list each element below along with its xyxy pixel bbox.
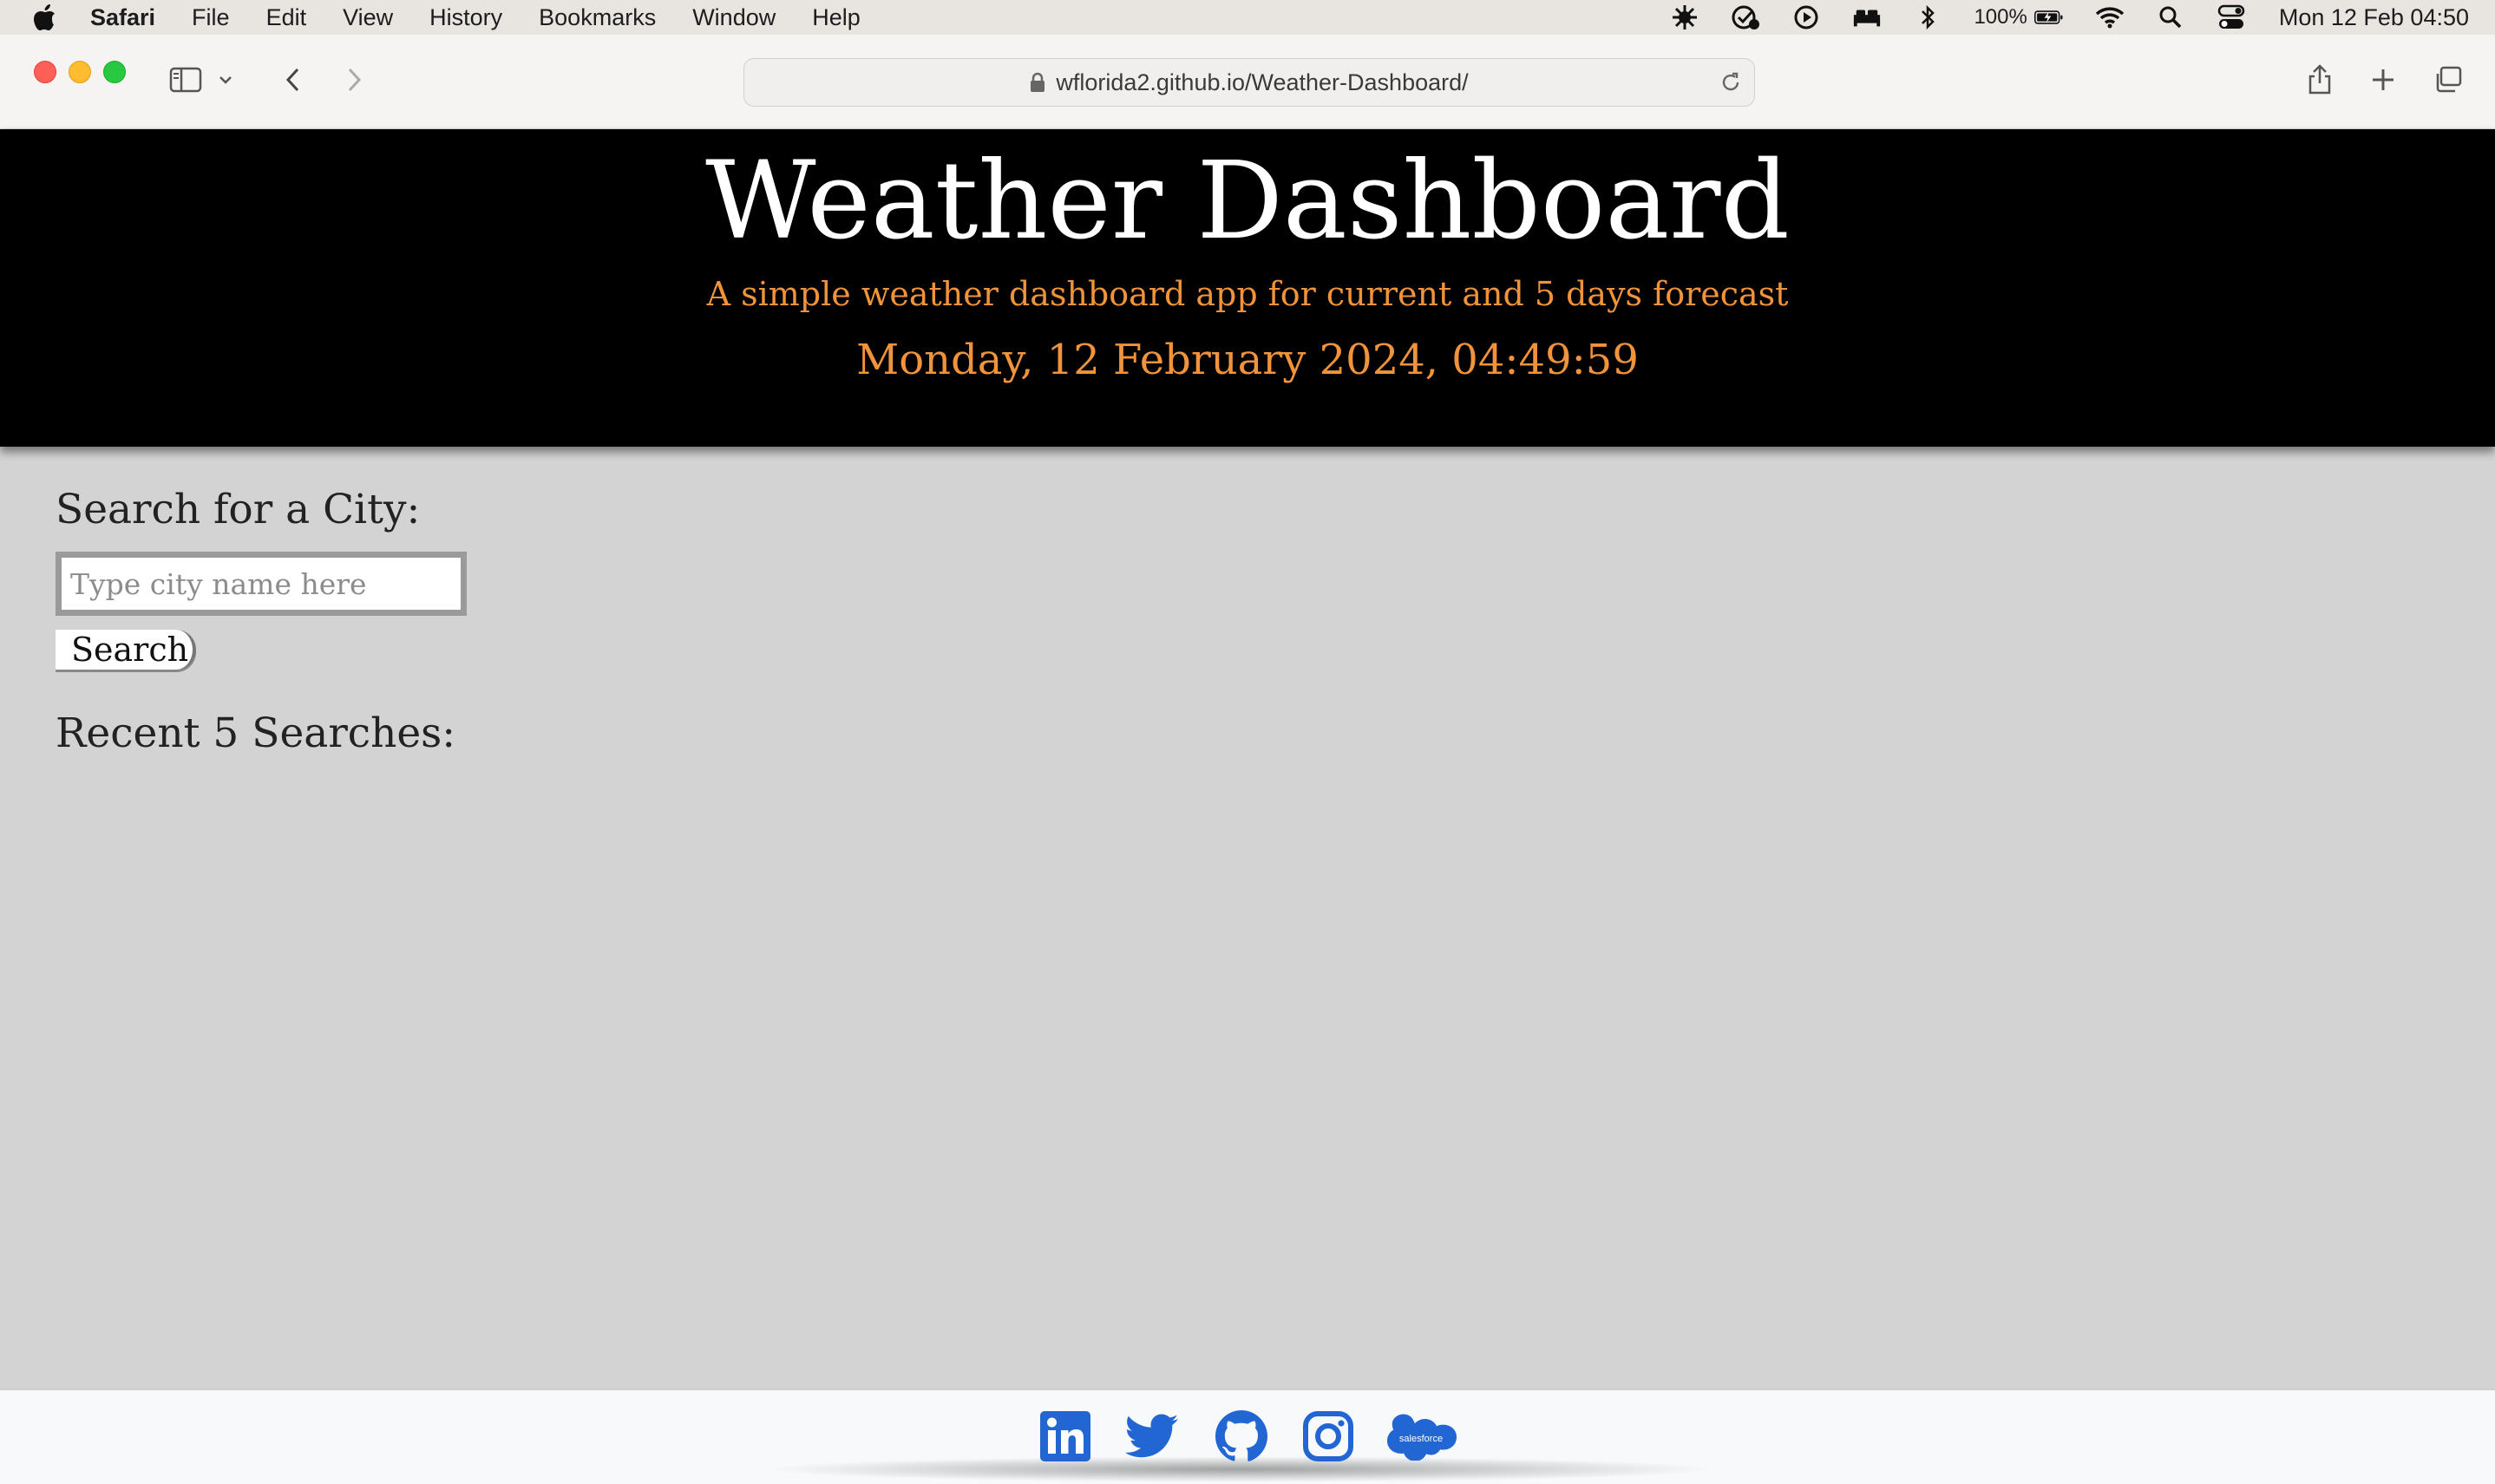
salesforce-logo-text: salesforce	[1399, 1434, 1443, 1444]
page-title: Weather Dashboard	[705, 139, 1790, 264]
search-button[interactable]: Search	[56, 630, 196, 670]
new-tab-icon[interactable]	[2364, 61, 2402, 99]
bed-status-icon[interactable]	[1852, 3, 1882, 32]
menu-view[interactable]: View	[343, 4, 393, 31]
back-arrow-icon[interactable]	[274, 61, 312, 99]
reload-icon[interactable]	[1716, 68, 1745, 97]
tab-overview-icon[interactable]	[2429, 61, 2467, 99]
bluetooth-icon[interactable]	[1913, 3, 1942, 32]
lock-icon	[1030, 72, 1045, 93]
address-bar[interactable]: wflorida2.github.io/Weather-Dashboard/	[743, 58, 1755, 107]
menu-window[interactable]: Window	[692, 4, 776, 31]
control-center-icon[interactable]	[2217, 3, 2246, 32]
wifi-icon[interactable]	[2095, 3, 2125, 32]
sidebar-toggle-icon[interactable]	[167, 61, 205, 99]
browser-toolbar: wflorida2.github.io/Weather-Dashboard/	[0, 35, 2495, 129]
menu-file[interactable]: File	[192, 4, 230, 31]
instagram-icon[interactable]	[1301, 1409, 1355, 1463]
battery-icon[interactable]	[2033, 3, 2064, 32]
share-icon[interactable]	[2301, 61, 2339, 99]
apple-logo-icon[interactable]	[31, 3, 57, 32]
menu-history[interactable]: History	[429, 4, 502, 31]
zoom-window-button[interactable]	[103, 61, 126, 83]
url-text: wflorida2.github.io/Weather-Dashboard/	[1056, 69, 1469, 95]
asterisk-status-icon[interactable]	[1670, 3, 1699, 32]
spotlight-search-icon[interactable]	[2156, 3, 2185, 32]
city-search-input[interactable]	[56, 552, 467, 616]
salesforce-icon[interactable]: salesforce	[1385, 1409, 1457, 1463]
search-heading: Search for a City:	[56, 486, 421, 533]
page-footer: salesforce	[0, 1389, 2495, 1484]
menu-edit[interactable]: Edit	[266, 4, 307, 31]
chevron-down-icon[interactable]	[215, 61, 236, 99]
twitter-icon[interactable]	[1126, 1409, 1180, 1463]
page-subtitle: A simple weather dashboard app for curre…	[706, 275, 1789, 313]
current-datetime: Monday, 12 February 2024, 04:49:59	[856, 336, 1639, 384]
checklist-status-icon[interactable]	[1731, 3, 1760, 32]
forward-arrow-icon[interactable]	[335, 61, 373, 99]
minimize-window-button[interactable]	[69, 61, 91, 83]
menu-bookmarks[interactable]: Bookmarks	[539, 4, 656, 31]
menu-help[interactable]: Help	[812, 4, 861, 31]
status-area: 100% Mon 12 Feb 04:50	[1670, 0, 2495, 35]
battery-percentage: 100%	[1974, 5, 2027, 29]
close-window-button[interactable]	[34, 61, 56, 83]
play-status-icon[interactable]	[1791, 3, 1821, 32]
menu-safari[interactable]: Safari	[90, 4, 155, 31]
github-icon[interactable]	[1215, 1409, 1268, 1463]
recent-searches-heading: Recent 5 Searches:	[56, 709, 456, 757]
linkedin-icon[interactable]	[1038, 1409, 1092, 1463]
page-header: Weather Dashboard A simple weather dashb…	[0, 129, 2495, 447]
macos-menubar: Safari File Edit View History Bookmarks …	[0, 0, 2495, 35]
menubar-clock[interactable]: Mon 12 Feb 04:50	[2279, 4, 2469, 31]
